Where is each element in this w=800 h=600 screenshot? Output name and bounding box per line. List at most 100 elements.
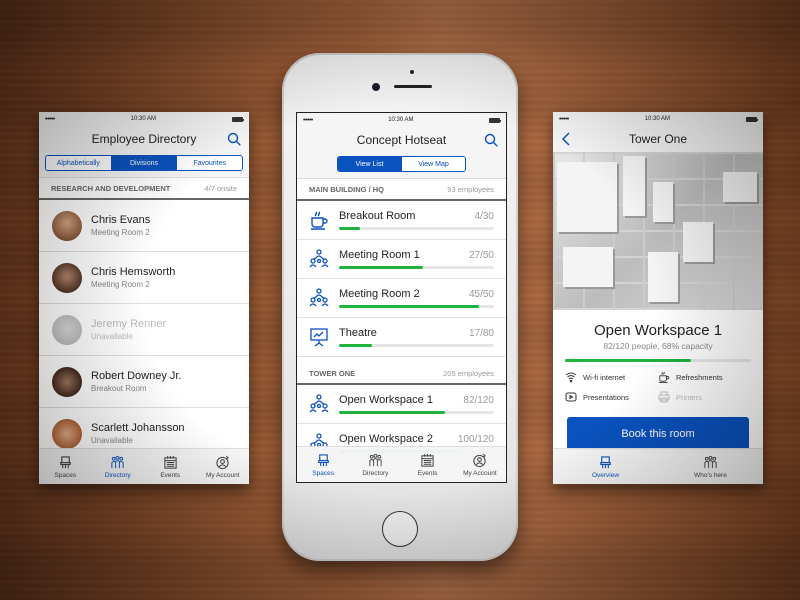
amenity-wifi: Wi-fi internet [565, 371, 658, 383]
search-icon[interactable] [484, 133, 498, 147]
tab-label: Events [417, 469, 438, 477]
room-count: 82/120 [463, 395, 494, 406]
occupancy-bar [339, 266, 494, 269]
people-list: Chris Evans Meeting Room 2 Chris Hemswort… [39, 200, 249, 460]
segment-view-map[interactable]: View Map [402, 157, 465, 171]
nav-bar: Concept Hotseat [297, 127, 506, 153]
person-name: Chris Evans [91, 214, 151, 226]
segment-favourites[interactable]: Favourites [177, 156, 242, 170]
room-count: 17/80 [468, 328, 494, 339]
tab-label: Spaces [312, 469, 334, 477]
meeting-group-icon [309, 394, 329, 414]
tab-events[interactable]: Events [144, 449, 197, 484]
presentation-board-icon [309, 327, 329, 347]
sensor-icon [410, 70, 414, 74]
account-icon [472, 453, 487, 468]
room-name: Open Workspace 2 [339, 433, 433, 445]
room-row[interactable]: Meeting Room 1 27/50 [297, 240, 506, 279]
directory-filter-segmented: Alphabetically Divisions Favourites [45, 155, 243, 171]
room-row[interactable]: Open Workspace 1 82/120 [297, 385, 506, 424]
tab-label: Spaces [54, 471, 77, 479]
meeting-group-icon [309, 249, 329, 269]
occupancy-fill [339, 305, 479, 308]
section-title: TOWER ONE [309, 368, 356, 378]
tab-label: Events [160, 471, 181, 479]
occupancy-fill [339, 344, 372, 347]
avatar [52, 418, 82, 449]
room-count: 45/50 [468, 289, 494, 300]
back-chevron-icon[interactable] [561, 132, 571, 146]
person-name: Robert Downey Jr. [91, 370, 182, 382]
signal-icon: ••••• [303, 116, 313, 124]
people-icon [368, 453, 383, 468]
occupancy-bar [339, 305, 494, 308]
tab-overview[interactable]: Overview [553, 449, 658, 484]
section-header: MAIN BUILDING / HQ 93 employees [297, 179, 506, 201]
room-row[interactable]: Theatre 17/80 [297, 318, 506, 357]
segment-divisions[interactable]: Divisions [111, 156, 178, 170]
list-item[interactable]: Jeremy Renner Unavailable [39, 304, 249, 356]
tab-label: My Account [463, 469, 497, 477]
status-time: 10:30 AM [388, 117, 414, 123]
calendar-icon [420, 453, 435, 468]
occupancy-bar [339, 344, 494, 347]
avatar [52, 366, 82, 397]
tab-whos-here[interactable]: Who's here [658, 449, 763, 484]
room-row[interactable]: Breakout Room 4/30 [297, 201, 506, 240]
tab-my-account[interactable]: My Account [454, 447, 506, 482]
tab-label: Directory [362, 469, 389, 477]
room-detail-screen: ••••• 10:30 AM Tower One Open Workspace … [553, 112, 763, 484]
room-row[interactable]: Meeting Room 2 45/50 [297, 279, 506, 318]
tab-spaces[interactable]: Spaces [39, 449, 92, 484]
play-icon [565, 391, 577, 403]
section-header: RESEARCH AND DEVELOPMENT 4/7 onsite [39, 178, 249, 200]
meeting-group-icon [309, 288, 329, 308]
section-title: MAIN BUILDING / HQ [309, 184, 384, 194]
people-icon [703, 455, 718, 470]
status-bar: ••••• 10:30 AM [553, 112, 763, 126]
tab-bar: Spaces Directory Events My Account [297, 446, 506, 482]
tab-spaces[interactable]: Spaces [297, 447, 349, 482]
section-count: 93 employees [447, 184, 494, 194]
amenity-label: Refreshments [676, 372, 723, 382]
person-location: Breakout Room [91, 384, 147, 393]
list-item[interactable]: Robert Downey Jr. Breakout Room [39, 356, 249, 408]
room-name: Breakout Room [339, 210, 416, 222]
tab-events[interactable]: Events [402, 447, 454, 482]
book-room-button[interactable]: Book this room [567, 417, 749, 450]
search-icon[interactable] [227, 132, 241, 146]
occupancy-fill [339, 411, 445, 414]
page-title: Employee Directory [91, 132, 197, 146]
person-name: Chris Hemsworth [91, 266, 176, 278]
coffee-cup-icon [658, 371, 670, 383]
status-bar: ••••• 10:30 AM [39, 112, 249, 126]
page-title: Concept Hotseat [356, 133, 447, 147]
list-item[interactable]: Chris Evans Meeting Room 2 [39, 200, 249, 252]
tab-bar: Overview Who's here [553, 448, 763, 484]
tab-label: Directory [104, 471, 131, 479]
section-count: 205 employees [443, 368, 494, 378]
avatar [52, 314, 82, 345]
tab-directory[interactable]: Directory [349, 447, 401, 482]
section-title: RESEARCH AND DEVELOPMENT [51, 183, 171, 193]
amenity-refreshments: Refreshments [658, 371, 751, 383]
tab-label: Overview [591, 471, 620, 479]
segment-alphabetically[interactable]: Alphabetically [46, 156, 112, 170]
segment-view-list[interactable]: View List [338, 157, 402, 171]
tab-label: Who's here [694, 471, 727, 479]
person-name: Jeremy Renner [91, 318, 167, 330]
occupancy-bar [339, 227, 494, 230]
status-bar: ••••• 10:30 AM [297, 113, 506, 127]
list-item[interactable]: Chris Hemsworth Meeting Room 2 [39, 252, 249, 304]
amenity-label: Presentations [583, 392, 629, 402]
view-toggle-segmented: View List View Map [337, 156, 466, 172]
tab-my-account[interactable]: My Account [197, 449, 250, 484]
home-button[interactable] [382, 511, 418, 547]
capacity-text: 82/120 people, 68% capacity [603, 341, 713, 351]
signal-icon: ••••• [559, 115, 569, 123]
room-name: Meeting Room 1 [339, 249, 420, 261]
account-icon [215, 455, 230, 470]
room-name: Meeting Room 2 [339, 288, 420, 300]
tab-directory[interactable]: Directory [92, 449, 145, 484]
floor-plan-image [553, 152, 763, 310]
